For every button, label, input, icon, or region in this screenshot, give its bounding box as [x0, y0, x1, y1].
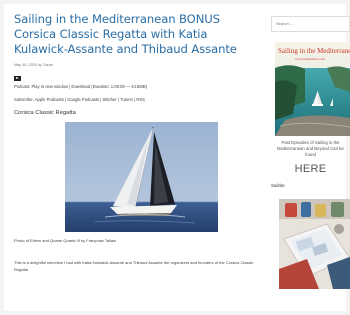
medisailor-banner[interactable]: Sailing in the Mediterranean www.medisai… [275, 41, 350, 136]
main-content: Sailing in the Mediterranean BONUS Corsi… [14, 12, 262, 273]
section-heading: Corsica Classic Regatta [14, 110, 76, 116]
photo-caption: Photo of Eileen and Quatre Quarts III by… [14, 238, 117, 243]
subscribe-links[interactable]: Subscribe: Apple Podcasts | Google Podca… [14, 97, 262, 103]
play-icon[interactable] [14, 76, 21, 81]
post-title[interactable]: Sailing in the Mediterranean BONUS Corsi… [14, 12, 262, 57]
page: Sailing in the Mediterranean BONUS Corsi… [4, 4, 350, 311]
search-input[interactable] [271, 15, 350, 32]
post-body-text: This is a delightful interview I had wit… [14, 260, 254, 272]
past-episodes-text: Past Episodes of Sailing in the Mediterr… [277, 139, 344, 157]
banner-url: www.medisailor.com [295, 56, 325, 61]
sailrite-ad-image[interactable] [279, 198, 350, 289]
podcast-links[interactable]: Podcast: Play in new window | Download (… [14, 84, 262, 90]
sidebar-heading-sailrite: Sailrite [271, 182, 285, 188]
sidebar: Sailing in the Mediterranean www.medisai… [271, 12, 350, 289]
here-link[interactable]: HERE [271, 163, 350, 175]
regatta-photo [65, 122, 218, 232]
banner-title: Sailing in the Mediterranean [278, 46, 350, 55]
post-meta: May 30, 2020 by Zarah [14, 63, 54, 67]
